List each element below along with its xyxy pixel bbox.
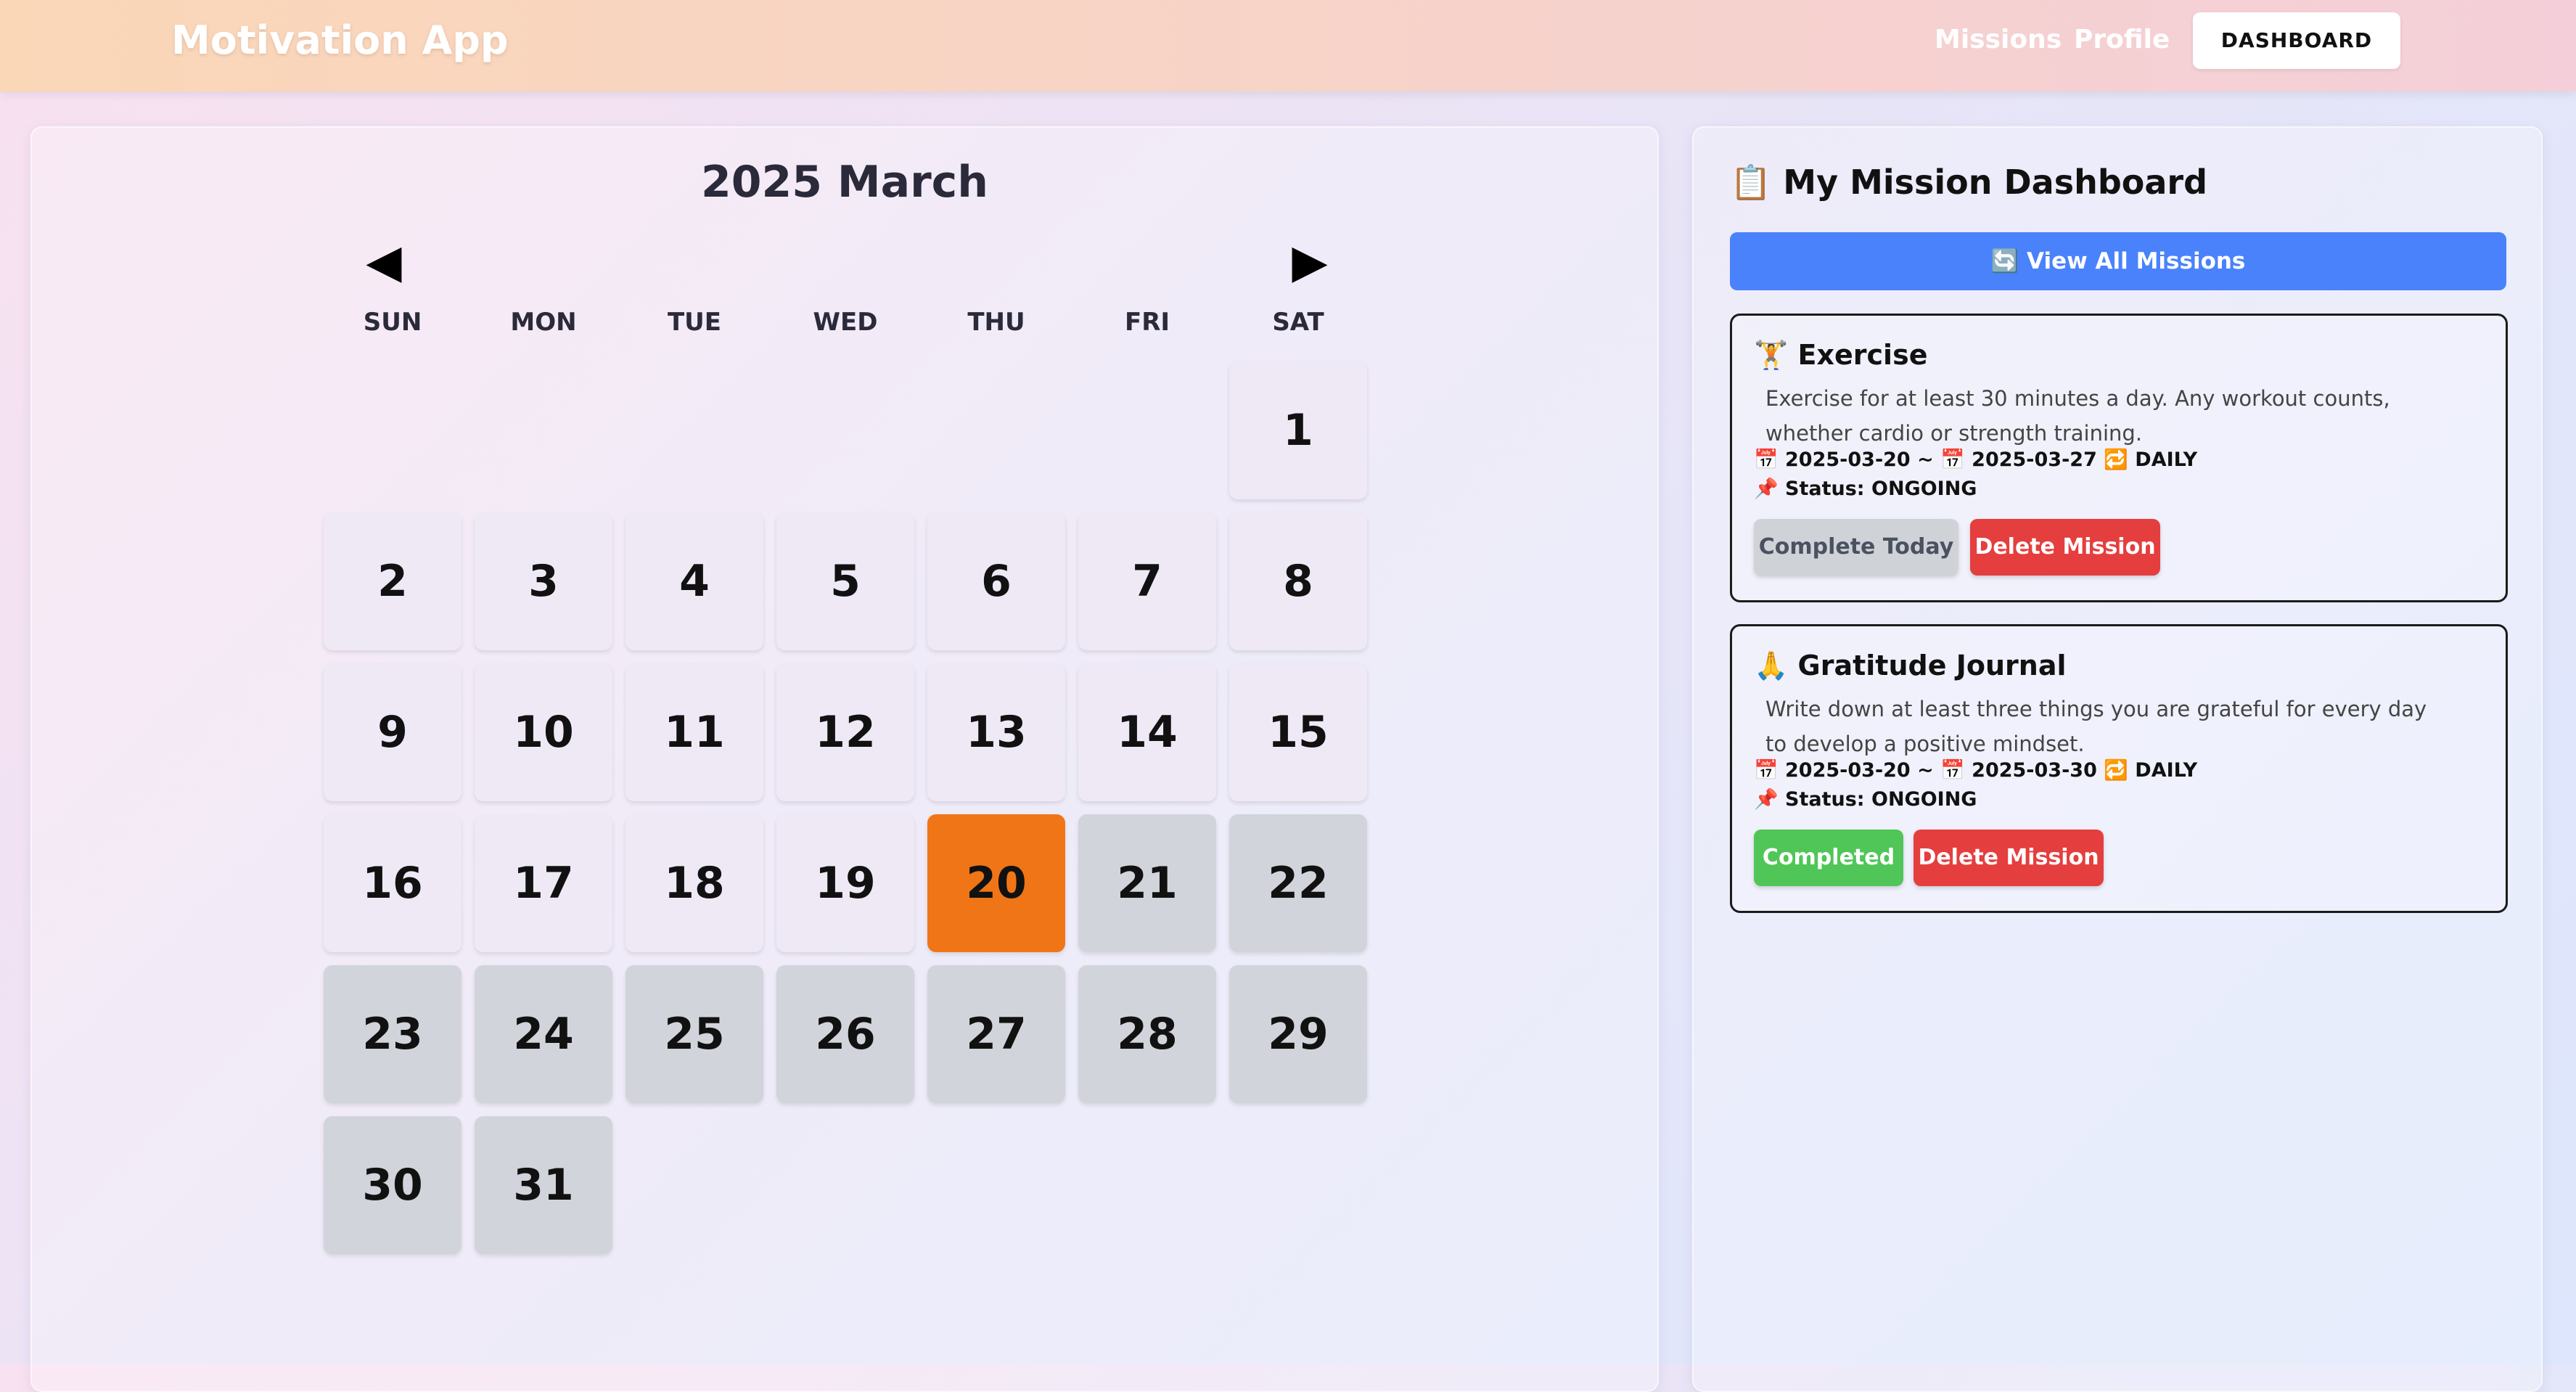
calendar-day[interactable]: 24 [475,965,612,1103]
calendar-day[interactable]: 14 [1078,663,1216,801]
mission-name: 🙏 Gratitude Journal [1754,650,2067,681]
calendar-panel: 2025 March ◀ ▶ SUN MON TUE WED THU FRI S… [30,126,1659,1392]
mission-status: 📌 Status: ONGOING [1754,478,1977,500]
view-all-missions-button[interactable]: 🔄 View All Missions [1730,232,2506,290]
nav-profile-link[interactable]: Profile [2074,16,2170,64]
prev-month-arrow-icon[interactable]: ◀ [358,237,409,287]
calendar-day[interactable]: 16 [324,814,462,952]
calendar-day[interactable]: 7 [1078,512,1216,650]
weekday-sun: SUN [363,308,422,337]
calendar-day[interactable]: 2 [324,512,462,650]
weekday-mon: MON [510,308,577,337]
dashboard-title: 📋 My Mission Dashboard [1730,163,2208,202]
calendar-day[interactable]: 18 [625,814,763,952]
mission-card: 🏋️ Exercise Exercise for at least 30 min… [1730,314,2508,602]
delete-mission-button[interactable]: Delete Mission [1970,519,2160,576]
nav-dashboard-button[interactable]: DASHBOARD [2193,12,2400,69]
app-brand[interactable]: Motivation App [171,10,509,71]
calendar-day-today[interactable]: 20 [927,814,1065,952]
complete-today-button[interactable]: Complete Today [1754,519,1958,576]
calendar-day[interactable]: 28 [1078,965,1216,1103]
calendar-day[interactable]: 17 [475,814,612,952]
next-month-arrow-icon[interactable]: ▶ [1284,237,1335,287]
mission-dates: 📅 2025-03-20 ~ 📅 2025-03-27 🔁 DAILY [1754,449,2198,471]
weekday-fri: FRI [1124,308,1170,337]
weekday-wed: WED [813,308,878,337]
calendar-day[interactable]: 22 [1229,814,1367,952]
calendar-day[interactable]: 11 [625,663,763,801]
calendar-title: 2025 March [701,157,988,208]
calendar-day[interactable]: 1 [1229,361,1367,499]
calendar-day[interactable]: 21 [1078,814,1216,952]
calendar-day[interactable]: 8 [1229,512,1367,650]
calendar-day[interactable]: 31 [475,1116,612,1254]
weekday-tue: TUE [667,308,722,337]
calendar-day[interactable]: 9 [324,663,462,801]
delete-mission-button[interactable]: Delete Mission [1913,830,2104,886]
calendar-day[interactable]: 10 [475,663,612,801]
mission-description: Write down at least three things you are… [1765,697,2427,756]
mission-dates: 📅 2025-03-20 ~ 📅 2025-03-30 🔁 DAILY [1754,759,2198,782]
calendar-day[interactable]: 4 [625,512,763,650]
calendar-day[interactable]: 15 [1229,663,1367,801]
top-navbar: Motivation App Missions Profile DASHBOAR… [0,0,2576,91]
calendar-day[interactable]: 25 [625,965,763,1103]
calendar-day[interactable]: 27 [927,965,1065,1103]
nav-missions-link[interactable]: Missions [1935,16,2062,64]
calendar-day[interactable]: 23 [324,965,462,1103]
weekday-sat: SAT [1272,308,1324,337]
calendar-day[interactable]: 3 [475,512,612,650]
mission-dashboard-panel: 📋 My Mission Dashboard 🔄 View All Missio… [1692,126,2543,1392]
calendar-day[interactable]: 19 [776,814,914,952]
mission-card: 🙏 Gratitude Journal Write down at least … [1730,624,2508,913]
mission-description: Exercise for at least 30 minutes a day. … [1765,386,2390,446]
completed-button[interactable]: Completed [1754,830,1903,886]
mission-status: 📌 Status: ONGOING [1754,788,1977,811]
calendar-day[interactable]: 12 [776,663,914,801]
weekday-thu: THU [967,308,1025,337]
calendar-day[interactable]: 29 [1229,965,1367,1103]
calendar-day[interactable]: 30 [324,1116,462,1254]
calendar-day[interactable]: 6 [927,512,1065,650]
calendar-day[interactable]: 26 [776,965,914,1103]
calendar-day[interactable]: 5 [776,512,914,650]
calendar-day[interactable]: 13 [927,663,1065,801]
mission-name: 🏋️ Exercise [1754,339,1928,371]
